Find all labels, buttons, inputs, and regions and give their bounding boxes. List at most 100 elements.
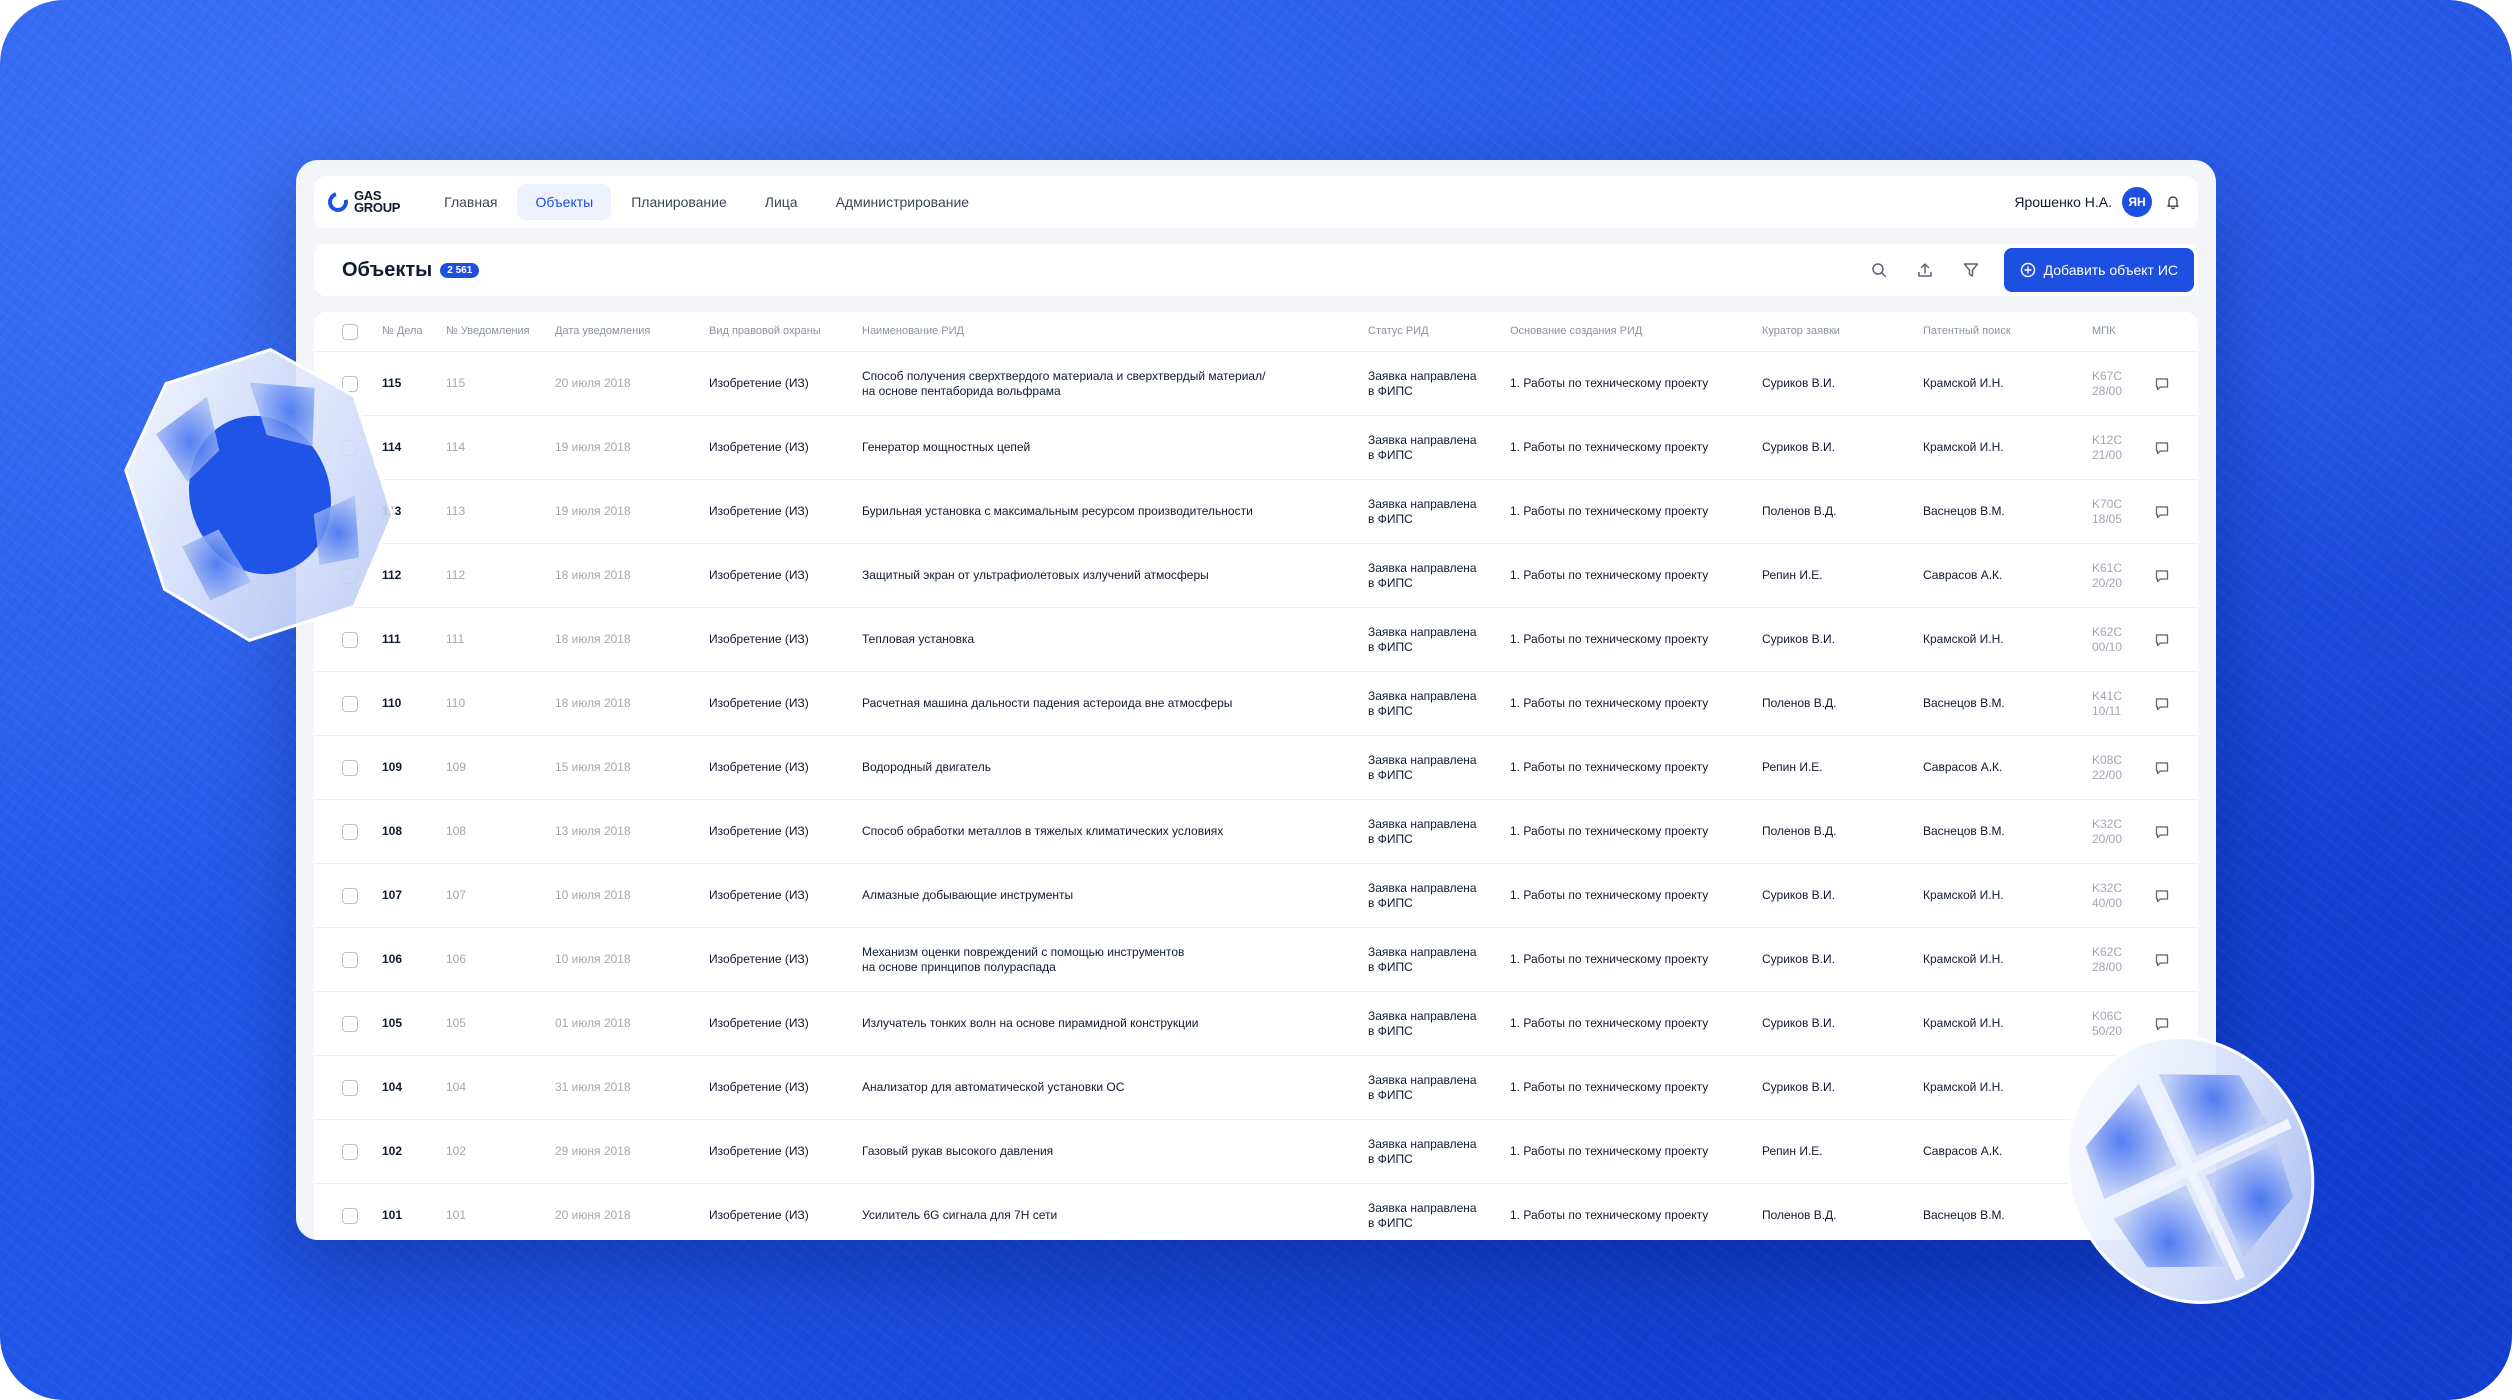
comment-icon[interactable] xyxy=(2150,416,2174,479)
rid-name-line2: на основе пентаборида вольфрама xyxy=(862,383,1061,398)
rid-basis: 1. Работы по техническому проекту xyxy=(1510,760,1709,774)
comment-icon[interactable] xyxy=(2150,1184,2174,1240)
rid-basis: 1. Работы по техническому проекту xyxy=(1510,376,1709,390)
select-all-checkbox[interactable] xyxy=(342,323,358,340)
avatar[interactable]: ЯН xyxy=(2122,187,2152,217)
curator: Поленов В.Д. xyxy=(1762,824,1837,838)
notification-date: 31 июля 2018 xyxy=(555,1080,631,1094)
comment-icon[interactable] xyxy=(2150,1056,2174,1119)
tab-planning[interactable]: Планирование xyxy=(613,184,745,220)
gas-group-logo[interactable]: GAS GROUP xyxy=(324,188,400,216)
curator: Суриков В.И. xyxy=(1762,888,1835,902)
comment-icon[interactable] xyxy=(2150,864,2174,927)
row-checkbox[interactable] xyxy=(342,1079,358,1096)
table-row[interactable]: 111 111 18 июля 2018 Изобретение (ИЗ) Теплов… xyxy=(314,608,2198,672)
col-notification-date[interactable]: Дата уведомления xyxy=(555,312,650,351)
comment-icon[interactable] xyxy=(2150,608,2174,671)
user-name[interactable]: Ярошенко Н.А. xyxy=(2014,194,2112,210)
row-checkbox[interactable] xyxy=(342,1015,358,1032)
comment-icon[interactable] xyxy=(2150,992,2174,1055)
mpk-line2: 20/20 xyxy=(2092,575,2123,590)
tab-administration[interactable]: Администрирование xyxy=(818,184,988,220)
search-icon[interactable] xyxy=(1858,249,1900,291)
protection-type: Изобретение (ИЗ) xyxy=(709,952,809,966)
rid-status-line1: Заявка направлена xyxy=(1368,368,1477,383)
notification-date: 10 июля 2018 xyxy=(555,888,631,902)
case-number: 102 xyxy=(382,1144,403,1158)
curator: Суриков В.И. xyxy=(1762,632,1835,646)
tab-home[interactable]: Главная xyxy=(426,184,515,220)
page-header: Объекты 2 561 Добавить объект ИС xyxy=(314,244,2198,296)
comment-icon[interactable] xyxy=(2150,928,2174,991)
protection-type: Изобретение (ИЗ) xyxy=(709,1080,809,1094)
case-number: 105 xyxy=(382,1016,403,1030)
table-row[interactable]: 104 104 31 июля 2018 Изобретение (ИЗ) Анализ… xyxy=(314,1056,2198,1120)
mpk-line2: 00/10 xyxy=(2092,639,2123,654)
row-checkbox[interactable] xyxy=(342,1143,358,1160)
tab-objects[interactable]: Объекты xyxy=(517,184,612,220)
col-rid-status[interactable]: Статус РИД xyxy=(1368,312,1488,351)
notification-number: 106 xyxy=(446,952,467,966)
comment-icon[interactable] xyxy=(2150,800,2174,863)
row-checkbox[interactable] xyxy=(342,887,358,904)
col-rid-basis[interactable]: Основание создания РИД xyxy=(1510,312,1642,351)
objects-table: № Дела № Уведомления Дата уведомления Ви… xyxy=(314,312,2198,1240)
row-checkbox[interactable] xyxy=(342,503,358,520)
rid-status-line1: Заявка направлена xyxy=(1368,1136,1477,1151)
col-case-number[interactable]: № Дела xyxy=(382,312,423,351)
col-patent-search[interactable]: Патентный поиск xyxy=(1923,312,2011,351)
comment-icon[interactable] xyxy=(2150,1120,2174,1183)
table-row[interactable]: 109 109 15 июля 2018 Изобретение (ИЗ) Водоро… xyxy=(314,736,2198,800)
comment-icon[interactable] xyxy=(2150,544,2174,607)
tab-persons[interactable]: Лица xyxy=(747,184,816,220)
comment-icon[interactable] xyxy=(2150,672,2174,735)
rid-status-line2: в ФИПС xyxy=(1368,1215,1413,1230)
row-checkbox[interactable] xyxy=(342,951,358,968)
col-protection-type[interactable]: Вид правовой охраны xyxy=(709,312,821,351)
comment-icon[interactable] xyxy=(2150,352,2174,415)
patent-search: Крамской И.Н. xyxy=(1923,1016,2004,1030)
filter-icon[interactable] xyxy=(1950,249,1992,291)
col-rid-name[interactable]: Наименование РИД xyxy=(862,312,1302,351)
mpk-line2: 28/00 xyxy=(2092,959,2123,974)
patent-search: Васнецов В.М. xyxy=(1923,1208,2005,1222)
comment-icon[interactable] xyxy=(2150,480,2174,543)
notification-number: 109 xyxy=(446,760,467,774)
table-row[interactable]: 101 101 20 июня 2018 Изобретение (ИЗ) Усилит… xyxy=(314,1184,2198,1240)
rid-status-line1: Заявка направлена xyxy=(1368,752,1477,767)
table-row[interactable]: 102 102 29 июня 2018 Изобретение (ИЗ) Газовы… xyxy=(314,1120,2198,1184)
patent-search: Крамской И.Н. xyxy=(1923,1080,2004,1094)
row-checkbox[interactable] xyxy=(342,695,358,712)
table-row[interactable]: 115 115 20 июля 2018 Изобретение (ИЗ) Способ… xyxy=(314,352,2198,416)
curator: Суриков В.И. xyxy=(1762,376,1835,390)
add-object-button[interactable]: Добавить объект ИС xyxy=(2003,248,2194,292)
curator: Репин И.Е. xyxy=(1762,1144,1823,1158)
notification-number: 104 xyxy=(446,1080,467,1094)
col-mpk[interactable]: МПК xyxy=(2092,312,2152,351)
table-row[interactable]: 113 113 19 июля 2018 Изобретение (ИЗ) Буриль… xyxy=(314,480,2198,544)
protection-type: Изобретение (ИЗ) xyxy=(709,696,809,710)
upload-icon[interactable] xyxy=(1904,249,1946,291)
row-checkbox[interactable] xyxy=(342,439,358,456)
table-row[interactable]: 110 110 18 июля 2018 Изобретение (ИЗ) Расчет… xyxy=(314,672,2198,736)
table-row[interactable]: 112 112 18 июля 2018 Изобретение (ИЗ) Защитн… xyxy=(314,544,2198,608)
table-row[interactable]: 105 105 01 июля 2018 Изобретение (ИЗ) Излуча… xyxy=(314,992,2198,1056)
row-checkbox[interactable] xyxy=(342,1207,358,1224)
comment-icon[interactable] xyxy=(2150,736,2174,799)
row-checkbox[interactable] xyxy=(342,375,358,392)
table-row[interactable]: 114 114 19 июля 2018 Изобретение (ИЗ) Генера… xyxy=(314,416,2198,480)
row-checkbox[interactable] xyxy=(342,759,358,776)
rid-status-line1: Заявка направлена xyxy=(1368,944,1477,959)
row-checkbox[interactable] xyxy=(342,631,358,648)
col-curator[interactable]: Куратор заявки xyxy=(1762,312,1840,351)
bell-icon[interactable] xyxy=(2162,191,2184,213)
row-checkbox[interactable] xyxy=(342,823,358,840)
case-number: 104 xyxy=(382,1080,403,1094)
col-notification-number[interactable]: № Уведомления xyxy=(446,312,530,351)
table-row[interactable]: 108 108 13 июля 2018 Изобретение (ИЗ) Способ… xyxy=(314,800,2198,864)
rid-basis: 1. Работы по техническому проекту xyxy=(1510,824,1709,838)
row-checkbox[interactable] xyxy=(342,567,358,584)
rid-name-line1: Тепловая установка xyxy=(862,632,975,646)
table-row[interactable]: 106 106 10 июля 2018 Изобретение (ИЗ) Механи… xyxy=(314,928,2198,992)
table-row[interactable]: 107 107 10 июля 2018 Изобретение (ИЗ) Алмазн… xyxy=(314,864,2198,928)
